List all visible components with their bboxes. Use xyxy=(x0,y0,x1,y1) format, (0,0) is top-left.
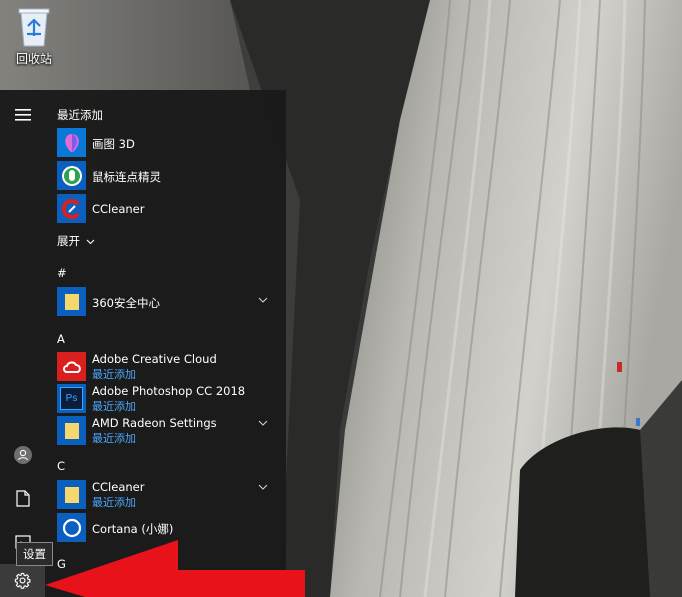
app-360-security-center[interactable]: 360安全中心 xyxy=(45,287,286,319)
gear-icon xyxy=(14,572,31,589)
user-icon xyxy=(13,446,32,464)
start-rail xyxy=(0,90,45,597)
section-header-c[interactable]: C xyxy=(57,459,65,473)
app-recent-badge: 最近添加 xyxy=(92,496,136,509)
folder-icon xyxy=(57,416,86,445)
app-name: Adobe Creative Cloud xyxy=(92,352,217,366)
ccleaner-icon xyxy=(57,194,86,223)
recycle-bin-icon xyxy=(18,8,50,47)
recycle-bin-desktop-icon[interactable]: 回收站 xyxy=(8,4,60,70)
recent-app-ccleaner[interactable]: CCleaner xyxy=(45,194,286,226)
app-name: 鼠标连点精灵 xyxy=(92,170,161,184)
creative-cloud-icon xyxy=(57,352,86,381)
recent-app-paint-3d[interactable]: 画图 3D xyxy=(45,128,286,160)
app-amd-radeon-settings[interactable]: AMD Radeon Settings 最近添加 xyxy=(45,416,286,448)
app-adobe-creative-cloud[interactable]: Adobe Creative Cloud 最近添加 xyxy=(45,352,286,384)
photoshop-icon: Ps xyxy=(57,384,86,413)
section-header-a[interactable]: A xyxy=(57,332,65,346)
folder-icon xyxy=(57,287,86,316)
app-recent-badge: 最近添加 xyxy=(92,400,136,413)
paint3d-icon xyxy=(57,128,86,157)
hamburger-menu-button[interactable] xyxy=(0,95,45,135)
user-account-button[interactable] xyxy=(0,435,45,475)
recycle-bin-label: 回收站 xyxy=(15,52,52,66)
section-header-hash[interactable]: # xyxy=(57,266,67,280)
chevron-down-icon xyxy=(258,484,268,490)
cortana-icon xyxy=(57,513,86,542)
expand-label: 展开 xyxy=(57,234,80,248)
app-recent-badge: 最近添加 xyxy=(92,432,136,445)
app-ccleaner-folder[interactable]: CCleaner 最近添加 xyxy=(45,480,286,512)
app-recent-badge: 最近添加 xyxy=(92,368,136,381)
expand-button[interactable]: 展开 xyxy=(57,233,95,249)
hamburger-icon xyxy=(14,109,31,121)
photoshop-letters: Ps xyxy=(65,393,78,404)
settings-button[interactable] xyxy=(0,564,45,597)
start-menu: 最近添加 画图 3D 鼠标连点精灵 CCleaner 展开 # 360安全中心 … xyxy=(0,90,286,597)
document-icon xyxy=(15,489,30,507)
app-list: 最近添加 画图 3D 鼠标连点精灵 CCleaner 展开 # 360安全中心 … xyxy=(45,90,286,597)
chevron-down-icon xyxy=(258,420,268,426)
red-arrow-annotation xyxy=(45,540,305,597)
documents-button[interactable] xyxy=(0,478,45,518)
folder-icon xyxy=(57,480,86,509)
app-name: Adobe Photoshop CC 2018 xyxy=(92,384,246,398)
app-name: Cortana (小娜) xyxy=(92,522,174,536)
recent-app-mouse-clicker[interactable]: 鼠标连点精灵 xyxy=(45,161,286,193)
app-name: 360安全中心 xyxy=(92,296,160,310)
app-adobe-photoshop[interactable]: Ps Adobe Photoshop CC 2018 最近添加 xyxy=(45,384,286,416)
mouse-clicker-icon xyxy=(57,161,86,190)
chevron-down-icon xyxy=(258,297,268,303)
app-name: 画图 3D xyxy=(92,137,135,151)
app-name: AMD Radeon Settings xyxy=(92,416,217,430)
recent-group-title: 最近添加 xyxy=(57,108,103,122)
app-name: CCleaner xyxy=(92,202,145,216)
chevron-down-icon xyxy=(86,239,95,245)
app-name: CCleaner xyxy=(92,480,145,494)
